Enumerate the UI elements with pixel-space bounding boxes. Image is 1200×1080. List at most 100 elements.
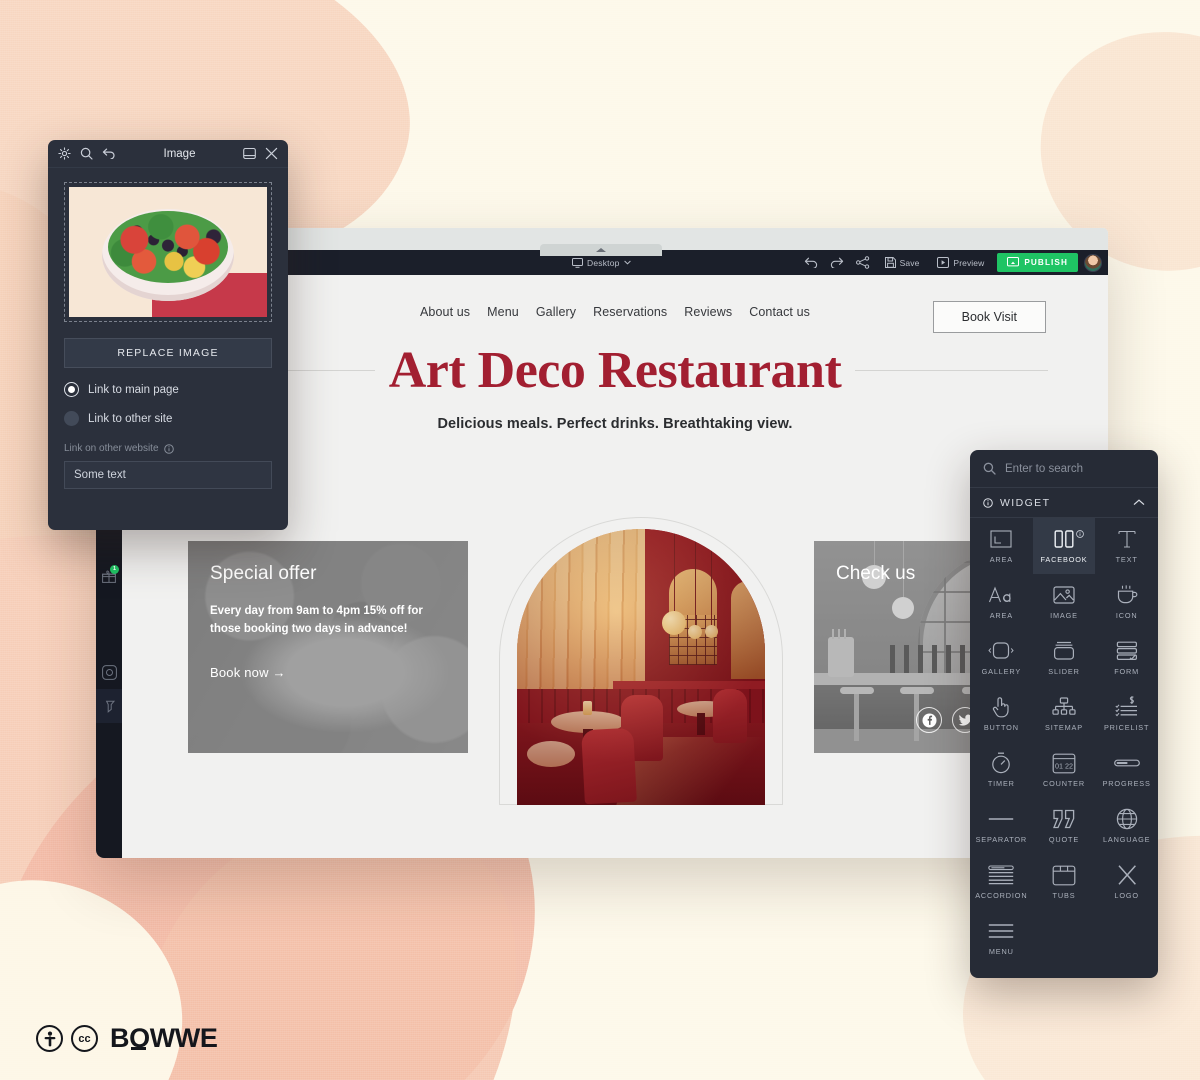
widget-item-label: MENU (988, 947, 1014, 956)
pricelist-icon (1115, 696, 1139, 718)
cards-row: Special offer Every day from 9am to 4pm … (122, 508, 1108, 808)
widget-item-separator[interactable]: SEPARATOR (970, 798, 1033, 854)
widget-item-logo[interactable]: LOGO (1095, 854, 1158, 910)
widget-item-label: LANGUAGE (1102, 835, 1151, 844)
page-title: Art Deco Restaurant (388, 342, 842, 399)
rail-gift-button[interactable]: 1 (96, 559, 122, 593)
typography-aa-icon (988, 584, 1014, 606)
preview-button[interactable]: Preview (928, 250, 993, 275)
widget-search-row[interactable]: Enter to search (970, 450, 1158, 488)
svg-text:01 22: 01 22 (1055, 761, 1073, 770)
search-icon[interactable] (80, 147, 93, 160)
facebook-link[interactable] (916, 707, 942, 733)
save-button[interactable]: Save (876, 250, 929, 275)
rail-badge: 1 (110, 565, 119, 574)
widget-search-placeholder: Enter to search (1005, 462, 1083, 475)
offer-discount: 15% off (363, 605, 405, 617)
restaurant-interior-image[interactable] (517, 529, 765, 805)
info-icon (983, 497, 993, 508)
widget-item-tubs[interactable]: TUBS (1033, 854, 1096, 910)
nav-link-contact-us[interactable]: Contact us (749, 305, 810, 319)
salad-image-preview (69, 187, 267, 317)
widget-item-sitemap[interactable]: SITEMAP (1033, 686, 1096, 742)
widget-item-label: TIMER (987, 779, 1015, 788)
device-selector[interactable]: Desktop (572, 257, 631, 268)
widget-item-text[interactable]: TEXT (1095, 518, 1158, 574)
image-dropzone[interactable] (64, 182, 272, 322)
widget-item-progress[interactable]: PROGRESS (1095, 742, 1158, 798)
form-icon (1116, 640, 1138, 662)
widget-item-label: IMAGE (1050, 611, 1078, 620)
widget-item-language[interactable]: LANGUAGE (1095, 798, 1158, 854)
replace-image-button[interactable]: REPLACE IMAGE (64, 338, 272, 368)
device-label: Desktop (587, 257, 620, 268)
widget-item-accordion[interactable]: ACCORDION (970, 854, 1033, 910)
undo-button[interactable] (798, 250, 824, 275)
widget-item-slider[interactable]: SLIDER (1033, 630, 1096, 686)
save-disk-icon (884, 257, 896, 268)
gear-icon[interactable] (58, 147, 71, 160)
widget-item-menu[interactable]: MENU (970, 910, 1033, 966)
widget-item-gallery[interactable]: GALLERY (970, 630, 1033, 686)
quote-icon (1052, 808, 1076, 830)
widget-item-area-crop[interactable]: AREA (970, 518, 1033, 574)
publish-screen-icon (1007, 257, 1020, 267)
close-icon[interactable] (265, 147, 278, 160)
widget-item-label: BUTTON (983, 723, 1019, 732)
widget-item-label: PROGRESS (1102, 779, 1151, 788)
nav-link-list: About us Menu Gallery Reservations Revie… (420, 305, 810, 319)
share-button[interactable] (850, 250, 876, 275)
gallery-icon (988, 640, 1014, 662)
nav-link-about-us[interactable]: About us (420, 305, 470, 319)
bowwe-wordmark: BOWWE (110, 1023, 218, 1053)
desktop-icon (572, 257, 583, 268)
widget-item-form[interactable]: FORM (1095, 630, 1158, 686)
accordion-icon (988, 864, 1015, 886)
search-icon (983, 462, 996, 475)
nav-link-reviews[interactable]: Reviews (684, 305, 732, 319)
widget-item-counter[interactable]: 01 22 COUNTER (1033, 742, 1096, 798)
preview-label: Preview (953, 257, 985, 268)
image-settings-panel: Image REPLACE IMAGE Link to main page Li… (48, 140, 288, 530)
undo-icon (804, 257, 817, 268)
widget-item-timer[interactable]: TIMER (970, 742, 1033, 798)
info-icon[interactable] (163, 443, 174, 454)
widget-item-image[interactable]: IMAGE (1033, 574, 1096, 630)
text-t-icon (1117, 528, 1137, 550)
dock-icon[interactable] (243, 147, 256, 160)
hand-click-icon (991, 696, 1011, 718)
info-icon[interactable] (1076, 525, 1085, 543)
special-offer-title: Special offer (210, 563, 317, 584)
widget-panel: Enter to search WIDGET AREA FACEBOOK TEX… (970, 450, 1158, 978)
widget-item-area-typography[interactable]: AREA (970, 574, 1033, 630)
rail-pin-button[interactable] (96, 689, 122, 723)
canvas-handle[interactable] (540, 244, 662, 256)
widget-item-icon[interactable]: ICON (1095, 574, 1158, 630)
rail-layers-button[interactable] (96, 655, 122, 689)
widget-category-header[interactable]: WIDGET (970, 488, 1158, 518)
radio-label: Link to main page (88, 383, 179, 396)
widget-item-pricelist[interactable]: PRICELIST (1095, 686, 1158, 742)
radio-link-other-site[interactable]: Link to other site (64, 411, 272, 426)
special-offer-card[interactable]: Special offer Every day from 9am to 4pm … (188, 541, 468, 753)
undo-icon[interactable] (102, 148, 116, 159)
book-visit-button[interactable]: Book Visit (932, 301, 1046, 333)
widget-item-facebook[interactable]: FACEBOOK (1032, 518, 1096, 574)
widget-item-button[interactable]: BUTTON (970, 686, 1033, 742)
nav-link-gallery[interactable]: Gallery (536, 305, 576, 319)
nav-link-menu[interactable]: Menu (487, 305, 519, 319)
widget-item-quote[interactable]: QUOTE (1033, 798, 1096, 854)
radio-link-main-page[interactable]: Link to main page (64, 382, 272, 397)
widget-item-label: SEPARATOR (975, 835, 1028, 844)
chevron-down-icon (623, 260, 631, 265)
redo-button[interactable] (824, 250, 850, 275)
chevron-up-icon[interactable] (1133, 499, 1145, 506)
link-url-input[interactable]: Some text (64, 461, 272, 489)
book-now-link[interactable]: Book now → (210, 665, 446, 680)
counter-icon: 01 22 (1052, 752, 1076, 774)
user-avatar[interactable] (1084, 253, 1102, 272)
timer-icon (991, 752, 1011, 774)
radio-label: Link to other site (88, 412, 173, 425)
nav-link-reservations[interactable]: Reservations (593, 305, 667, 319)
publish-button[interactable]: PUBLISH (997, 253, 1078, 272)
